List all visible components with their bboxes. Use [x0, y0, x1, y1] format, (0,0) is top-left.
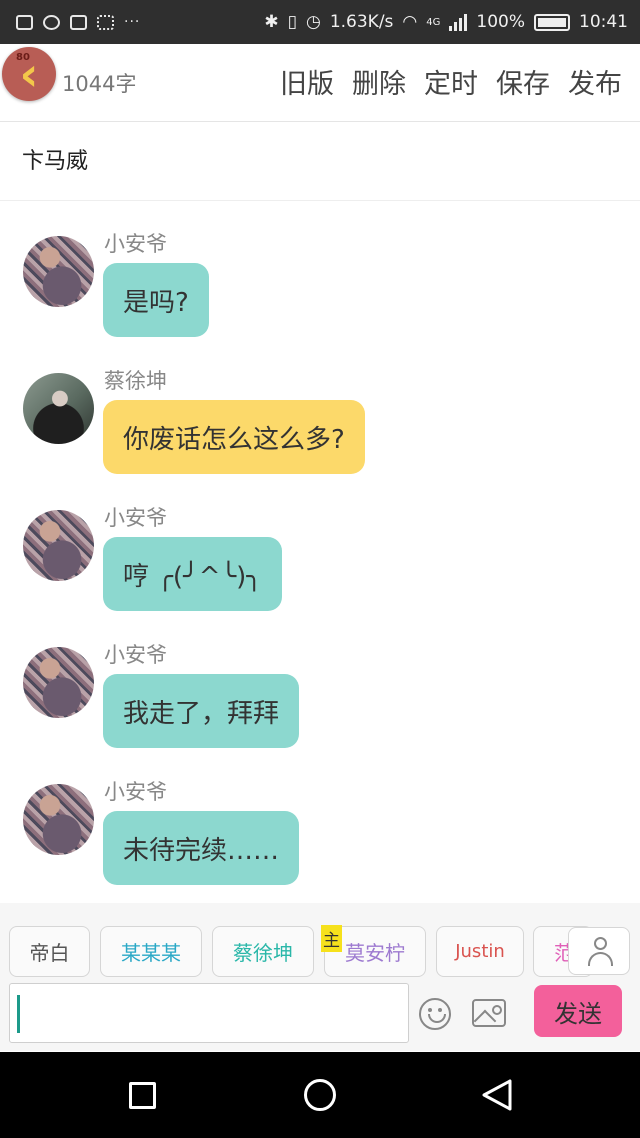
system-nav-bar	[0, 1052, 640, 1138]
character-chip-moanning[interactable]: 主 莫安柠	[321, 925, 426, 977]
chat-list[interactable]: 小安爷 是吗? 蔡徐坤 你废话怎么这么多? 小安爷 哼 ╭(╯^╰)╮ 小安爷 …	[0, 202, 640, 902]
editor-header: 80 ‹ 1044字 旧版 删除 定时 保存 发布	[0, 44, 640, 122]
signal-icon	[449, 13, 468, 31]
character-chip-dibai[interactable]: 帝白	[9, 926, 90, 977]
message-bubble[interactable]: 我走了，拜拜	[103, 674, 300, 748]
wifi-icon: ◠	[402, 12, 418, 32]
message-bubble[interactable]: 未待完续……	[103, 811, 300, 885]
chat-message[interactable]: 小安爷 未待完续……	[0, 750, 640, 887]
back-button[interactable]: 80 ‹	[2, 47, 56, 101]
notification-icon	[16, 14, 33, 30]
home-icon[interactable]	[304, 1079, 336, 1111]
character-chip-moumoumou[interactable]: 某某某	[100, 926, 202, 977]
schedule-button[interactable]: 定时	[424, 62, 478, 101]
message-bubble[interactable]: 是吗?	[103, 263, 209, 337]
message-bubble[interactable]: 哼 ╭(╯^╰)╮	[103, 537, 282, 611]
chat-message[interactable]: 蔡徐坤 你废话怎么这么多?	[0, 339, 640, 476]
chat-message[interactable]: 小安爷 我走了，拜拜	[0, 613, 640, 750]
text-cursor	[17, 995, 20, 1033]
send-button[interactable]: 发送	[534, 985, 622, 1037]
alarm-icon: ◷	[305, 12, 321, 32]
vibrate-icon: ▯	[287, 12, 297, 32]
message-input[interactable]	[9, 983, 409, 1043]
save-button[interactable]: 保存	[496, 62, 550, 101]
bluetooth-icon: ✱	[264, 12, 279, 32]
header-actions: 旧版 删除 定时 保存 发布	[280, 62, 622, 101]
character-manager-button[interactable]	[568, 927, 630, 975]
user-icon	[594, 937, 607, 950]
chat-message[interactable]: 小安爷 哼 ╭(╯^╰)╮	[0, 476, 640, 613]
character-chip-caixukun[interactable]: 蔡徐坤	[212, 926, 314, 977]
battery-percent: 100%	[476, 12, 525, 32]
more-notifications: ···	[124, 14, 141, 30]
chapter-title[interactable]: 卞马威	[22, 143, 88, 175]
back-badge: 80	[16, 52, 30, 63]
clock: 10:41	[579, 12, 628, 32]
sender-name: 小安爷	[104, 780, 167, 804]
sender-name: 小安爷	[104, 232, 167, 256]
avatar[interactable]	[23, 647, 94, 718]
network-speed: 1.63K/s	[329, 12, 394, 32]
avatar[interactable]	[23, 373, 94, 444]
character-chip-justin[interactable]: Justin	[436, 926, 524, 977]
image-icon[interactable]	[472, 999, 506, 1027]
app-grid-icon	[97, 14, 114, 30]
sender-name: 蔡徐坤	[104, 369, 167, 393]
emoji-icon[interactable]	[419, 998, 451, 1030]
sender-name: 小安爷	[104, 643, 167, 667]
publish-button[interactable]: 发布	[568, 62, 622, 101]
user-icon-body	[588, 952, 613, 966]
network-type: 4G	[426, 16, 441, 28]
character-chip-label: 莫安柠	[345, 941, 405, 965]
notification-icon	[70, 14, 87, 30]
sender-name: 小安爷	[104, 506, 167, 530]
old-version-button[interactable]: 旧版	[280, 62, 334, 101]
message-bubble[interactable]: 你废话怎么这么多?	[103, 400, 365, 474]
chapter-title-row[interactable]: 卞马威	[0, 123, 640, 201]
word-count: 1044字	[62, 72, 137, 96]
protagonist-tag: 主	[321, 925, 342, 952]
avatar[interactable]	[23, 236, 94, 307]
battery-icon	[534, 13, 570, 31]
composer: 帝白 某某某 蔡徐坤 主 莫安柠 Justin 范 发送	[0, 903, 640, 1051]
avatar[interactable]	[23, 510, 94, 581]
delete-button[interactable]: 删除	[352, 62, 406, 101]
recent-apps-icon[interactable]	[129, 1082, 156, 1109]
wechat-icon	[43, 14, 60, 30]
avatar[interactable]	[23, 784, 94, 855]
chat-message[interactable]: 小安爷 是吗?	[0, 202, 640, 339]
status-bar: ··· ✱ ▯ ◷ 1.63K/s ◠ 4G 100% 10:41	[0, 0, 640, 44]
back-icon[interactable]	[480, 1078, 514, 1112]
